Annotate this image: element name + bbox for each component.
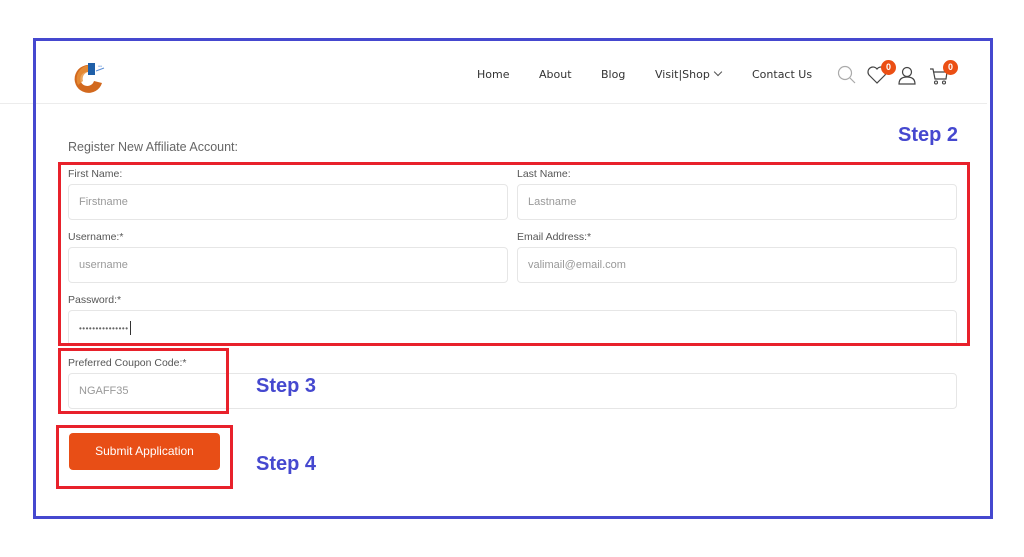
cart-button[interactable]: 0 (928, 60, 958, 86)
account-button[interactable] (896, 64, 918, 86)
cart-count-badge: 0 (943, 60, 958, 75)
search-icon (837, 65, 856, 84)
wishlist-button[interactable]: 0 (866, 60, 896, 86)
nav-visit-shop[interactable]: Visit|Shop (655, 67, 723, 81)
nav-about[interactable]: About (539, 68, 572, 81)
search-button[interactable] (836, 64, 858, 86)
step-4-highlight (56, 425, 233, 489)
chevron-down-icon (713, 67, 723, 77)
nav-blog[interactable]: Blog (601, 68, 625, 81)
step-3-annotation: Step 3 (256, 375, 317, 397)
nav-contact[interactable]: Contact Us (752, 68, 812, 81)
svg-text:ᵃᵃ: ᵃᵃ (98, 65, 102, 71)
wishlist-count-badge: 0 (881, 60, 896, 75)
nav-visit-shop-label: Visit|Shop (655, 68, 710, 81)
user-icon (898, 66, 916, 85)
form-title: Register New Affiliate Account: (68, 140, 238, 154)
step-2-annotation: Step 2 (898, 124, 959, 146)
logo-icon: ᵃᵃ (74, 63, 105, 93)
nav-home[interactable]: Home (477, 68, 509, 81)
site-logo[interactable]: ᵃᵃ (68, 59, 112, 97)
step-2-highlight (58, 162, 970, 346)
step-4-annotation: Step 4 (256, 453, 317, 475)
step-3-highlight (58, 348, 229, 414)
